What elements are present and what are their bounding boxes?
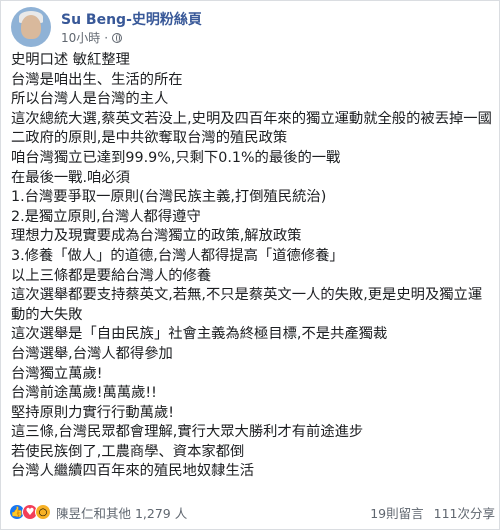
post-line: 以上三條都是要給台灣人的修養 [11, 267, 212, 284]
post-line: 台灣前途萬歲!萬萬歲!! [11, 385, 157, 402]
post-line: 3.修養「做人」的道德,台灣人都得提高「道德修養」 [11, 247, 344, 264]
globe-icon[interactable] [112, 32, 123, 43]
post-body: 史明口述 敏紅整理 台灣是咱出生、生活的所在 所以台灣人是台灣的主人 這次總統大… [11, 51, 495, 482]
avatar-face [21, 15, 41, 39]
shares-count[interactable]: 111次分享 [434, 503, 495, 522]
post-line: 若使民族倒了,工農商學、資本家都倒 [11, 443, 245, 460]
post-line: 1.台灣要爭取一原則(台灣民族主義,打倒殖民統治) [11, 189, 327, 206]
post-line: 在最後一戰.咱必須 [11, 169, 130, 186]
post-meta: 10小時 · [61, 29, 123, 46]
post-line: 理想力及現實要成為台灣獨立的政策,解放政策 [11, 228, 302, 245]
avatar[interactable] [11, 7, 51, 47]
post-line: 台灣人繼續四百年來的殖民地奴隸生活 [11, 463, 255, 480]
author-name[interactable]: Su Beng-史明粉絲頁 [61, 9, 202, 29]
post-line: 2.是獨立原則,台灣人都得遵守 [11, 208, 201, 225]
post-card: Su Beng-史明粉絲頁 10小時 · 史明口述 敏紅整理 台灣是咱出生、生活… [0, 0, 500, 530]
post-line: 所以台灣人是台灣的主人 [11, 91, 169, 108]
post-line: 史明口述 敏紅整理 [11, 52, 130, 68]
post-line: 台灣選舉,台灣人都得參加 [11, 345, 173, 362]
post-line: 這次總統大選,蔡英文若没上,史明及四百年來的獨立運動就全般的被丟掉一國二政府的原… [11, 110, 492, 147]
comments-count[interactable]: 19則留言 [370, 503, 423, 522]
post-line: 台灣獨立萬歲! [11, 365, 103, 382]
post-time[interactable]: 10小時 [61, 29, 100, 46]
post-footer: 👍 ♥ ○ 陳昱仁和其他 1,279 人 19則留言 111次分享 [9, 499, 495, 525]
wow-icon: ○ [35, 504, 51, 520]
post-header: Su Beng-史明粉絲頁 10小時 · [11, 7, 491, 47]
post-line: 台灣是咱出生、生活的所在 [11, 71, 183, 88]
post-line: 這次選舉都要支持蔡英文,若無,不只是蔡英文一人的失敗,更是史明及獨立運動的大失敗 [11, 287, 483, 323]
reactions-count[interactable]: 陳昱仁和其他 1,279 人 [56, 503, 187, 522]
post-line: 這次選舉是「自由民族」社會主義為終極目標,不是共產獨裁 [11, 326, 388, 343]
post-line: 這三條,台灣民眾都會理解,實行大眾大勝利才有前途進步 [11, 424, 364, 441]
separator-dot: · [104, 30, 109, 45]
post-line: 咱台灣獨立已達到99.9%,只剩下0.1%的最後的一戰 [11, 149, 341, 166]
reaction-icons[interactable]: 👍 ♥ ○ [9, 504, 51, 520]
post-line: 堅持原則力實行行動萬歲! [11, 404, 174, 421]
